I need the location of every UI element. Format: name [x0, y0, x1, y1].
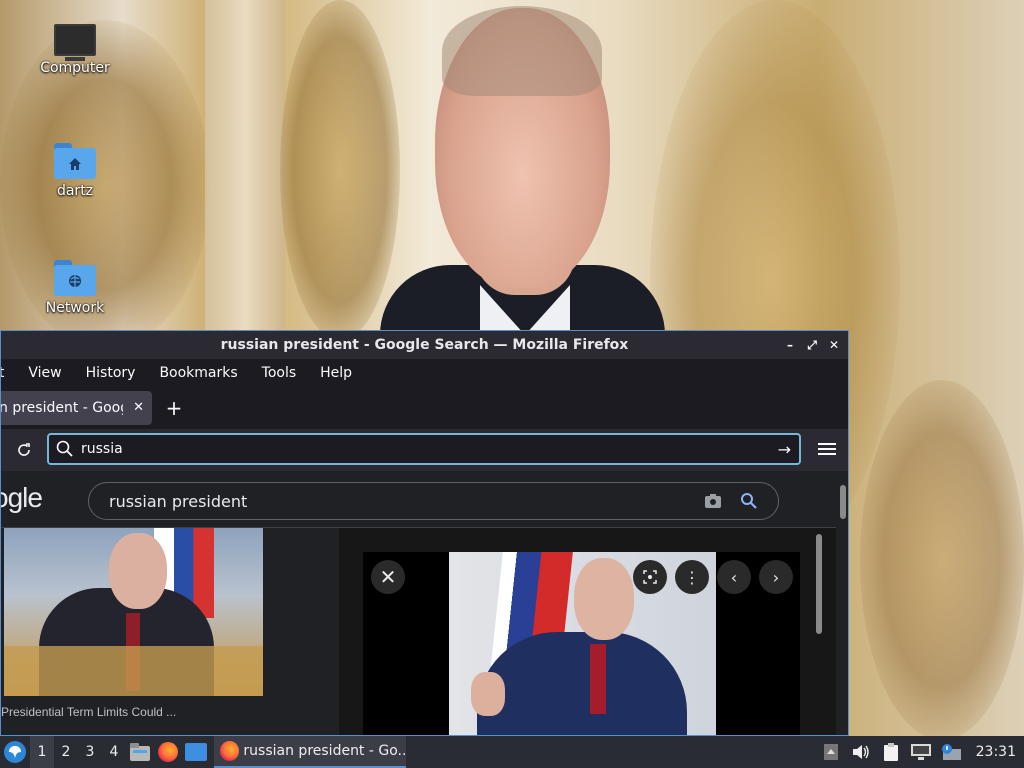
wallpaper-ornament	[860, 380, 1024, 740]
url-bar[interactable]: russia →	[47, 433, 801, 465]
file-manager-launcher[interactable]	[126, 736, 154, 768]
navigation-bar: russia →	[1, 429, 848, 471]
network-icon[interactable]	[906, 736, 936, 768]
panel-scrollbar[interactable]	[816, 534, 822, 634]
camera-icon[interactable]	[704, 493, 722, 509]
menu-history[interactable]: History	[74, 365, 148, 381]
tab-active[interactable]: n president - Googl ✕	[1, 391, 152, 425]
workspace-4[interactable]: 4	[102, 736, 126, 768]
tab-bar: n president - Googl ✕ +	[1, 387, 848, 429]
desktop-icon-label: Network	[45, 300, 105, 316]
new-tab-button[interactable]: +	[162, 396, 186, 420]
menu-bar: it View History Bookmarks Tools Help	[1, 359, 848, 387]
start-menu-button[interactable]	[0, 737, 30, 767]
image-preview-panel: ✕ ⋮ ‹ ›	[339, 528, 836, 735]
previous-icon[interactable]: ‹	[717, 560, 751, 594]
window-title: russian president - Google Search — Mozi…	[220, 337, 629, 353]
search-query[interactable]: russian president	[109, 492, 247, 511]
close-tab-icon[interactable]: ✕	[133, 400, 144, 415]
workspace-2[interactable]: 2	[54, 736, 78, 768]
maximize-button[interactable]: ⤢	[804, 337, 820, 353]
update-notifier-icon[interactable]	[936, 736, 966, 768]
workspace-3[interactable]: 3	[78, 736, 102, 768]
tray-up-icon[interactable]	[816, 736, 846, 768]
menu-view[interactable]: View	[16, 365, 73, 381]
firefox-launcher[interactable]	[154, 736, 182, 768]
app-menu-icon[interactable]	[818, 440, 836, 458]
firefox-icon	[158, 742, 178, 762]
google-search-box[interactable]: russian president	[88, 482, 779, 520]
taskbar-window-label: russian president - Go...	[243, 743, 406, 759]
workspace-1[interactable]: 1	[30, 736, 54, 768]
wallpaper-portrait	[380, 0, 665, 335]
desktop-icon-network[interactable]: Network	[25, 260, 125, 316]
go-arrow-icon[interactable]: →	[778, 440, 791, 459]
volume-icon[interactable]	[846, 736, 876, 768]
reload-icon[interactable]	[13, 439, 35, 461]
clock[interactable]: 23:31	[966, 744, 1024, 760]
next-icon[interactable]: ›	[759, 560, 793, 594]
start-menu-icon	[4, 741, 26, 763]
wallpaper-pillar	[205, 0, 285, 340]
lens-search-icon[interactable]	[633, 560, 667, 594]
menu-tools[interactable]: Tools	[250, 365, 309, 381]
search-icon[interactable]	[740, 492, 758, 510]
clipboard-icon[interactable]	[876, 736, 906, 768]
show-desktop-launcher[interactable]	[182, 736, 210, 768]
network-folder-icon	[54, 260, 96, 296]
tab-label: n president - Googl	[1, 400, 123, 416]
menu-help[interactable]: Help	[308, 365, 364, 381]
google-results-page: ogle russian president Presidential Term…	[1, 471, 848, 735]
more-options-icon[interactable]: ⋮	[675, 560, 709, 594]
home-folder-icon	[54, 143, 96, 179]
result-thumbnail[interactable]	[4, 528, 263, 696]
menu-bookmarks[interactable]: Bookmarks	[147, 365, 249, 381]
image-preview: ✕ ⋮ ‹ ›	[363, 552, 800, 735]
desktop-icon-computer[interactable]: Computer	[25, 24, 125, 76]
taskbar-firefox-window[interactable]: russian president - Go...	[214, 736, 406, 768]
close-preview-icon[interactable]: ✕	[371, 560, 405, 594]
desktop-icon-label: Computer	[40, 60, 110, 76]
file-manager-icon	[130, 743, 150, 761]
desktop-icon	[185, 743, 207, 761]
firefox-window: russian president - Google Search — Mozi…	[0, 330, 849, 736]
desktop-icon-label: dartz	[56, 183, 94, 199]
window-titlebar[interactable]: russian president - Google Search — Mozi…	[1, 331, 848, 359]
system-tray: 23:31	[816, 736, 1024, 768]
firefox-icon	[220, 741, 240, 761]
monitor-icon	[54, 24, 96, 61]
google-logo[interactable]: ogle	[1, 482, 43, 514]
taskbar: 1 2 3 4 russian president - Go... 23:31	[0, 736, 1024, 768]
url-input[interactable]: russia	[81, 441, 123, 457]
minimize-button[interactable]: –	[782, 337, 798, 353]
page-scrollbar[interactable]	[840, 485, 846, 519]
menu-edit[interactable]: it	[1, 365, 16, 381]
close-window-button[interactable]: ✕	[826, 337, 842, 353]
search-icon	[56, 440, 73, 457]
result-caption[interactable]: Presidential Term Limits Could ...	[1, 705, 176, 719]
desktop-icon-home[interactable]: dartz	[25, 143, 125, 199]
